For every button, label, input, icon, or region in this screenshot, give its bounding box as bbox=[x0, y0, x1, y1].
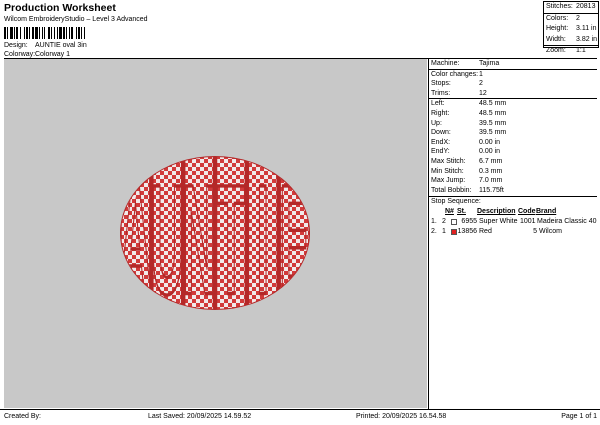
property-row: Down: 39.5 mm bbox=[429, 128, 597, 138]
worksheet-title: Production Worksheet bbox=[4, 2, 116, 14]
stop-code: 5 bbox=[533, 228, 537, 236]
property-label: Trims: bbox=[431, 89, 451, 97]
stop-needle: 1 bbox=[442, 228, 446, 236]
property-value: 48.5 mm bbox=[479, 100, 507, 108]
summary-value: 2 bbox=[576, 14, 580, 22]
property-row: Machine: Tajima bbox=[429, 59, 597, 69]
property-row: Up: 39.5 mm bbox=[429, 119, 597, 129]
property-label: Up: bbox=[431, 119, 442, 127]
printed-date: Printed: 20/09/2025 16.54.58 bbox=[356, 413, 447, 420]
barcode bbox=[4, 27, 85, 39]
software-name: Wilcom EmbroideryStudio – Level 3 Advanc… bbox=[4, 16, 148, 23]
property-value: Tajima bbox=[479, 60, 500, 67]
summary-value: 3.11 in bbox=[576, 25, 597, 32]
summary-row: Stitches: 20813 bbox=[544, 2, 598, 13]
stop-description: Super White bbox=[479, 218, 518, 226]
stop-code: 1001 bbox=[520, 218, 536, 226]
property-value: 1 bbox=[479, 70, 483, 78]
property-value: 39.5 mm bbox=[479, 129, 507, 137]
stop-stitches: 13856 bbox=[457, 228, 477, 236]
property-value: 0.00 in bbox=[479, 138, 501, 146]
stop-needle: 2 bbox=[442, 218, 446, 226]
summary-value: 3.82 in bbox=[576, 35, 598, 43]
last-saved: Last Saved: 20/09/2025 14.59.52 bbox=[148, 413, 252, 420]
stop-brand: Wilcom bbox=[539, 228, 562, 236]
monogram-letter: E bbox=[279, 154, 310, 328]
property-row: Total Bobbin: 115.75ft bbox=[429, 186, 597, 196]
property-value: 115.75ft bbox=[479, 186, 504, 194]
property-label: Left: bbox=[431, 100, 445, 108]
property-value: 7.0 mm bbox=[479, 177, 503, 185]
property-label: Min Stitch: bbox=[431, 167, 464, 175]
summary-row: Zoom: 1:1 bbox=[544, 46, 598, 57]
col-st: St. bbox=[457, 208, 466, 216]
property-value: 48.5 mm bbox=[479, 109, 507, 117]
stop-index: 1. bbox=[431, 218, 437, 226]
property-value: 0.3 mm bbox=[479, 167, 503, 175]
property-label: Down: bbox=[431, 129, 451, 137]
stop-sequence-title: Stop Sequence: bbox=[431, 198, 481, 206]
summary-label: Width: bbox=[546, 35, 566, 43]
summary-row: Colors: 2 bbox=[544, 14, 598, 25]
summary-row: Height: 3.11 in bbox=[544, 24, 598, 35]
summary-row: Width: 3.82 in bbox=[544, 35, 598, 46]
stop-brand: Madeira Classic 40 bbox=[537, 218, 597, 226]
property-label: Color changes: bbox=[431, 70, 479, 78]
design-value: AUNTIE oval 3in bbox=[35, 42, 87, 49]
property-value: 0.00 in bbox=[479, 148, 501, 156]
stop-row: 1. 2 6955 Super White 1001 Madeira Class… bbox=[429, 217, 597, 227]
property-label: EndY: bbox=[431, 148, 450, 156]
stop-sequence-header: N# St. Description Code Brand bbox=[429, 207, 597, 217]
stop-description: Red bbox=[479, 228, 492, 236]
property-label: Max Stitch: bbox=[431, 157, 466, 165]
property-label: Stops: bbox=[431, 80, 451, 88]
property-row: Max Stitch: 6.7 mm bbox=[429, 157, 597, 167]
summary-label: Stitches: bbox=[546, 3, 573, 10]
property-value: 2 bbox=[479, 80, 483, 88]
property-row: Color changes: 1 bbox=[429, 70, 597, 80]
property-label: Total Bobbin: bbox=[431, 186, 472, 194]
col-n: N# bbox=[445, 208, 454, 216]
summary-value: 20813 bbox=[576, 3, 596, 10]
property-row: EndY: 0.00 in bbox=[429, 147, 597, 157]
created-by: Created By: bbox=[4, 413, 41, 420]
summary-label: Height: bbox=[546, 25, 569, 32]
property-row: Min Stitch: 0.3 mm bbox=[429, 167, 597, 177]
col-code: Code bbox=[518, 208, 536, 216]
stop-stitches: 6955 bbox=[461, 218, 477, 226]
design-label: Design: bbox=[4, 42, 28, 49]
property-value: 6.7 mm bbox=[479, 157, 503, 165]
monogram-letter: U bbox=[151, 154, 184, 328]
design-preview: AUNTIE bbox=[4, 59, 427, 408]
stop-index: 2. bbox=[431, 228, 437, 236]
property-row: EndX: 0.00 in bbox=[429, 138, 597, 148]
summary-value: 1:1 bbox=[576, 47, 586, 54]
property-label: Machine: bbox=[431, 60, 460, 67]
property-row: Right: 48.5 mm bbox=[429, 109, 597, 119]
property-row: Max Jump: 7.0 mm bbox=[429, 176, 597, 186]
summary-label: Colors: bbox=[546, 14, 569, 22]
property-value: 39.5 mm bbox=[479, 119, 507, 127]
monogram-letter: T bbox=[217, 154, 245, 328]
col-description: Description bbox=[477, 208, 516, 216]
col-brand: Brand bbox=[536, 208, 557, 216]
property-row: Left: 48.5 mm bbox=[429, 99, 597, 109]
footer: Created By: Last Saved: 20/09/2025 14.59… bbox=[0, 409, 600, 425]
page-number: Page 1 of 1 bbox=[561, 413, 597, 420]
summary-box: Stitches: 20813 Colors: 2 Height: 3.11 in W… bbox=[543, 1, 599, 54]
property-label: Max Jump: bbox=[431, 177, 466, 185]
property-row: Trims: 12 bbox=[429, 89, 597, 99]
property-label: EndX: bbox=[431, 138, 451, 146]
property-value: 12 bbox=[479, 89, 487, 97]
summary-label: Zoom: bbox=[546, 47, 566, 54]
embroidery-design: AUN T I E bbox=[120, 154, 310, 328]
monogram-letter: N bbox=[182, 154, 215, 328]
property-row: Stops: 2 bbox=[429, 79, 597, 89]
property-label: Right: bbox=[431, 109, 450, 117]
properties-panel: Machine: Tajima Color changes: 1 Stops: 2 Trim… bbox=[429, 59, 597, 408]
stop-row: 2. 1 13856 Red 5 Wilcom bbox=[429, 227, 597, 237]
